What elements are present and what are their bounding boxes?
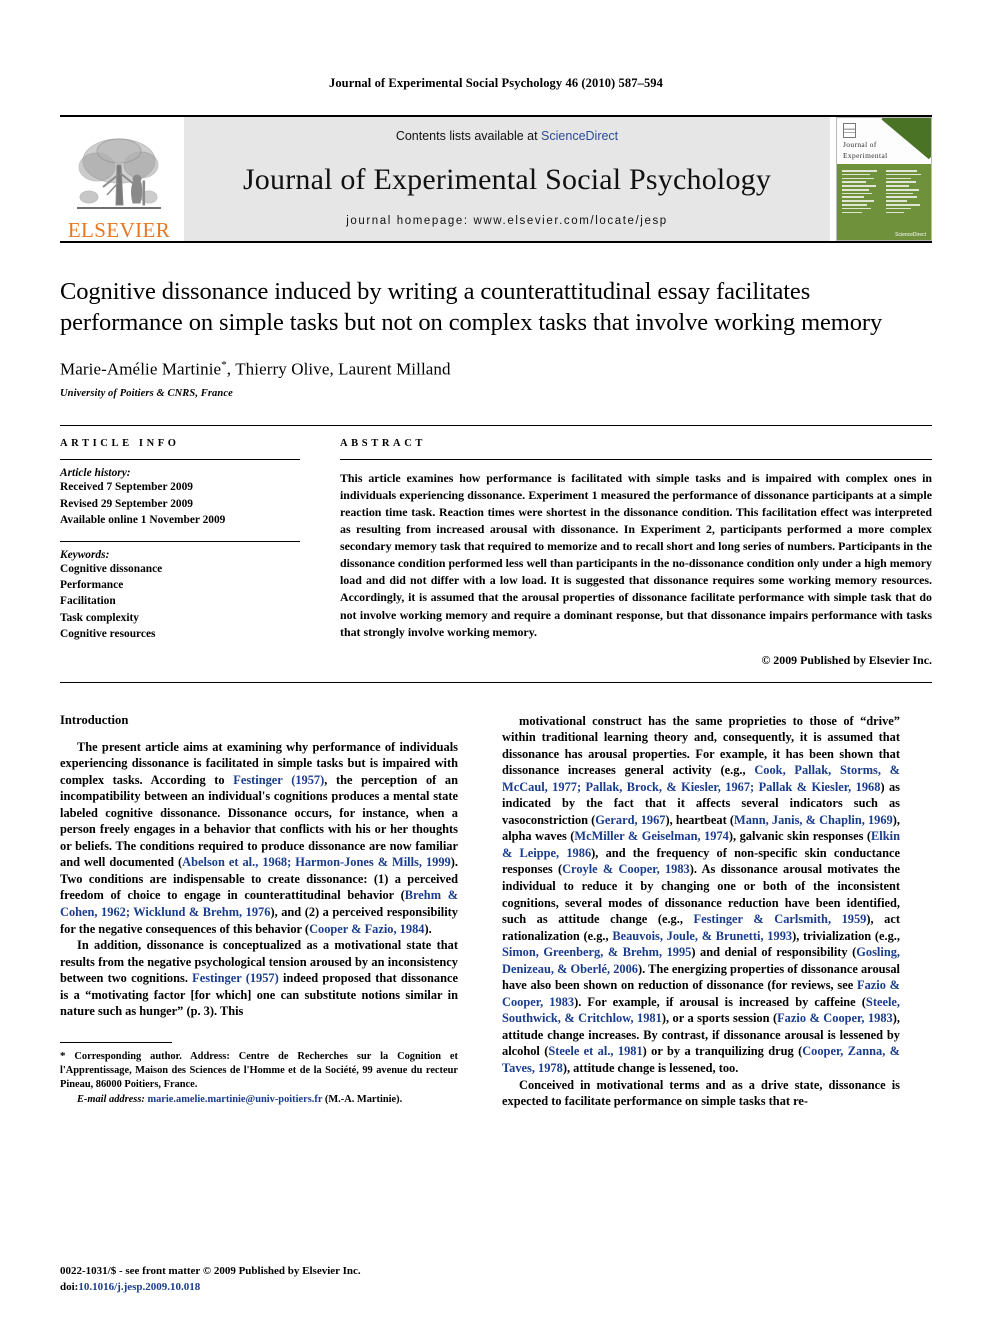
keyword-item: Task complexity	[60, 611, 140, 624]
cover-title-line-2: Experimental	[843, 151, 888, 161]
history-available-online: Available online 1 November 2009	[60, 513, 226, 526]
running-head: Journal of Experimental Social Psycholog…	[328, 76, 663, 90]
abstract-text: This article examines how performance is…	[340, 471, 932, 639]
body-paragraph: In addition, dissonance is conceptualize…	[60, 937, 458, 1020]
paragraph-text: ).	[424, 921, 432, 936]
cover-sciencedirect-label: ScienceDirect	[895, 232, 926, 238]
email-suffix: (M.-A. Martinie).	[322, 1093, 403, 1105]
paragraph-text: ) or by a tranquilizing drug (	[642, 1044, 803, 1059]
elsevier-wordmark: ELSEVIER	[67, 218, 171, 242]
citation-link[interactable]: Croyle & Cooper, 1983	[562, 862, 690, 876]
abstract-column: ABSTRACT This article examines how perfo…	[318, 438, 932, 667]
masthead-bottom-rule	[60, 241, 932, 243]
paragraph-text: Conceived in motivational terms and as a…	[502, 1077, 900, 1109]
contents-prefix: Contents lists available at	[395, 129, 542, 143]
cover-contents-area: ScienceDirect	[837, 164, 931, 240]
doi-line: doi:10.1016/j.jesp.2009.10.018	[60, 1280, 361, 1295]
paragraph-text: ), attitude change is lessened, too.	[562, 1061, 739, 1076]
page-title: Cognitive dissonance induced by writing …	[60, 278, 883, 336]
body-columns: Introduction The present article aims at…	[60, 713, 932, 1110]
journal-title: Journal of Experimental Social Psycholog…	[242, 162, 772, 196]
body-paragraph: Conceived in motivational terms and as a…	[502, 1077, 900, 1110]
contents-available-line: Contents lists available at ScienceDirec…	[396, 129, 618, 143]
footer-issn-block: 0022-1031/$ - see front matter © 2009 Pu…	[60, 1264, 361, 1295]
email-link[interactable]: marie.amelie.martinie@univ-poitiers.fr	[147, 1094, 322, 1105]
journal-banner: Contents lists available at ScienceDirec…	[184, 117, 830, 241]
paragraph-text: ), heartbeat (	[665, 812, 735, 827]
keyword-item: Facilitation	[60, 595, 116, 608]
article-info-rule	[60, 459, 300, 461]
article-info-column: ARTICLE INFO Article history: Received 7…	[60, 438, 318, 667]
history-revised: Revised 29 September 2009	[60, 497, 193, 510]
elsevier-mark-icon	[843, 123, 856, 138]
paragraph-text: ), trivialization (e.g.,	[792, 928, 901, 943]
elsevier-tree-icon	[77, 138, 161, 209]
footnote-block: * Corresponding author. Address: Centre …	[60, 1041, 458, 1107]
article-info-heading: ARTICLE INFO	[60, 438, 180, 450]
citation-link[interactable]: Festinger (1957)	[192, 971, 279, 985]
paragraph-text: ), galvanic skin responses (	[728, 829, 872, 844]
citation-link[interactable]: Steele et al., 1981	[548, 1044, 642, 1058]
issn-line: 0022-1031/$ - see front matter © 2009 Pu…	[60, 1265, 361, 1278]
body-paragraph: motivational construct has the same prop…	[502, 713, 900, 1077]
email-label: E-mail address:	[77, 1093, 145, 1105]
keywords-label: Keywords:	[60, 548, 110, 561]
body-paragraph: The present article aims at examining wh…	[60, 739, 458, 938]
abstract-rule	[340, 459, 932, 461]
keyword-item: Cognitive dissonance	[60, 562, 163, 575]
footnote-email-line: E-mail address: marie.amelie.martinie@un…	[60, 1093, 458, 1107]
citation-link[interactable]: Festinger (1957)	[233, 773, 324, 787]
citation-link[interactable]: Simon, Greenberg, & Brehm, 1995	[502, 945, 691, 959]
citation-link[interactable]: Abelson et al., 1968; Harmon-Jones & Mil…	[182, 855, 451, 869]
journal-cover-thumbnail[interactable]: Journal of Experimental Social Psycholog…	[836, 117, 932, 241]
elsevier-logo: ELSEVIER	[60, 117, 178, 241]
info-abstract-block: ARTICLE INFO Article history: Received 7…	[60, 425, 932, 667]
abstract-bottom-rule	[60, 681, 932, 683]
paragraph-text: ), or a sports session (	[661, 1011, 778, 1026]
doi-label: doi:	[60, 1280, 79, 1293]
footnote-text: Corresponding author. Address: Centre de…	[60, 1050, 458, 1090]
author-list: Marie-Amélie Martinie*, Thierry Olive, L…	[60, 359, 932, 380]
corresponding-author-footnote: * Corresponding author. Address: Centre …	[60, 1049, 458, 1092]
journal-homepage-link[interactable]: journal homepage: www.elsevier.com/locat…	[346, 215, 668, 227]
footnote-rule	[60, 1041, 172, 1043]
paragraph-text: ). For example, if arousal is increased …	[574, 994, 866, 1009]
abstract-heading: ABSTRACT	[340, 438, 426, 450]
doi-link[interactable]: 10.1016/j.jesp.2009.10.018	[78, 1281, 200, 1293]
author-primary: Marie-Amélie Martinie	[60, 359, 222, 379]
body-column-right: motivational construct has the same prop…	[502, 713, 900, 1110]
sciencedirect-link[interactable]: ScienceDirect	[541, 129, 618, 143]
citation-link[interactable]: Gerard, 1967	[595, 813, 665, 827]
keywords-rule	[60, 540, 300, 542]
paper-page: Journal of Experimental Social Psycholog…	[0, 0, 992, 1323]
journal-masthead: ELSEVIER Contents lists available at Sci…	[60, 115, 932, 241]
citation-link[interactable]: Mann, Janis, & Chaplin, 1969	[734, 813, 893, 827]
right-paragraphs: motivational construct has the same prop…	[502, 713, 900, 1110]
citation-link[interactable]: Beauvois, Joule, & Brunetti, 1993	[612, 929, 792, 943]
affiliation: University of Poitiers & CNRS, France	[60, 388, 233, 400]
article-history-label: Article history:	[60, 467, 131, 480]
authors-remaining: , Thierry Olive, Laurent Milland	[226, 359, 451, 379]
history-received: Received 7 September 2009	[60, 481, 193, 494]
keyword-item: Cognitive resources	[60, 627, 156, 640]
section-heading-introduction: Introduction	[60, 712, 129, 727]
copyright-line: © 2009 Published by Elsevier Inc.	[761, 652, 932, 667]
citation-link[interactable]: Cooper & Fazio, 1984	[309, 922, 424, 936]
left-paragraphs: The present article aims at examining wh…	[60, 739, 458, 1020]
citation-link[interactable]: Fazio & Cooper, 1983	[777, 1011, 893, 1025]
paragraph-text: ) and denial of responsibility (	[691, 945, 857, 960]
citation-link[interactable]: McMiller & Geiselman, 1974	[574, 829, 728, 843]
body-column-left: Introduction The present article aims at…	[60, 713, 458, 1110]
citation-link[interactable]: Festinger & Carlsmith, 1959	[694, 912, 867, 926]
keyword-item: Performance	[60, 579, 124, 592]
